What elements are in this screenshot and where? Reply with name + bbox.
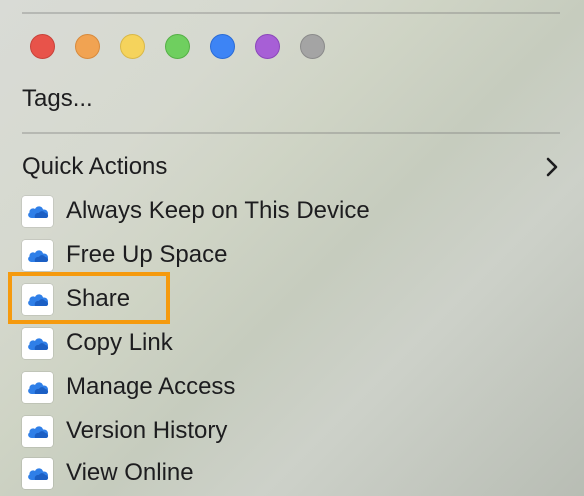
tag-blue-dot[interactable] xyxy=(210,34,235,59)
onedrive-cloud-icon xyxy=(22,458,53,489)
onedrive-cloud-icon xyxy=(22,372,53,403)
color-tags-row xyxy=(30,34,325,62)
action-always-keep[interactable]: Always Keep on This Device xyxy=(0,190,584,234)
action-label: Free Up Space xyxy=(66,241,228,268)
tag-purple-dot[interactable] xyxy=(255,34,280,59)
onedrive-cloud-icon xyxy=(22,240,53,271)
menu-separator xyxy=(22,132,560,134)
context-menu: Tags... Quick Actions Always Keep on Thi… xyxy=(0,0,584,496)
action-copy-link[interactable]: Copy Link xyxy=(0,322,584,366)
tag-gray-dot[interactable] xyxy=(300,34,325,59)
tag-yellow-dot[interactable] xyxy=(120,34,145,59)
onedrive-cloud-icon xyxy=(22,284,53,315)
tag-red-dot[interactable] xyxy=(30,34,55,59)
onedrive-cloud-icon xyxy=(22,196,53,227)
action-share[interactable]: Share xyxy=(0,278,584,322)
action-label: View Online xyxy=(66,459,194,486)
action-label: Always Keep on This Device xyxy=(66,197,370,224)
action-manage-access[interactable]: Manage Access xyxy=(0,366,584,410)
action-version-history[interactable]: Version History xyxy=(0,410,584,454)
chevron-right-icon xyxy=(542,155,564,179)
onedrive-cloud-icon xyxy=(22,416,53,447)
tags-menu-item[interactable]: Tags... xyxy=(22,84,93,114)
onedrive-cloud-icon xyxy=(22,328,53,359)
action-view-online[interactable]: View Online xyxy=(0,452,584,496)
action-label: Manage Access xyxy=(66,373,236,400)
menu-separator xyxy=(22,12,560,14)
tag-green-dot[interactable] xyxy=(165,34,190,59)
action-label: Copy Link xyxy=(66,329,173,356)
quick-actions-menu-item[interactable]: Quick Actions xyxy=(22,152,167,182)
action-label: Version History xyxy=(66,417,228,444)
action-free-up-space[interactable]: Free Up Space xyxy=(0,234,584,278)
tag-orange-dot[interactable] xyxy=(75,34,100,59)
action-label: Share xyxy=(66,285,131,312)
